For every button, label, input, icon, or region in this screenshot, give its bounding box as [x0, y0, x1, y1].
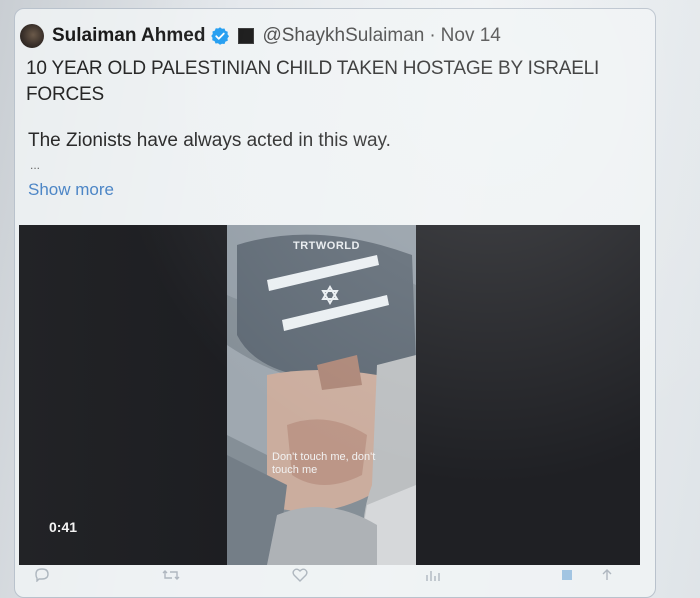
verified-badge-icon — [210, 26, 230, 46]
tweet-body: The Zionists have always acted in this w… — [28, 130, 391, 151]
tweet-date[interactable]: Nov 14 — [441, 25, 501, 47]
show-more-link[interactable]: Show more — [28, 180, 114, 200]
video-watermark: TRTWORLD — [293, 240, 360, 252]
video-player[interactable]: TRTWORLD Don't touch me, don't touch me … — [19, 225, 640, 565]
share-button[interactable] — [600, 568, 614, 582]
video-letterbox-right — [416, 230, 640, 565]
retweet-button[interactable] — [162, 568, 180, 582]
reply-button[interactable] — [34, 568, 50, 582]
display-name[interactable]: Sulaiman Ahmed — [52, 25, 205, 47]
video-duration: 0:41 — [49, 519, 78, 535]
reply-icon — [34, 568, 50, 582]
video-caption: Don't touch me, don't touch me — [272, 451, 376, 476]
separator-dot: · — [429, 25, 436, 46]
video-thumbnail — [227, 225, 416, 565]
tweet-action-bar — [20, 566, 620, 596]
heart-icon — [292, 568, 308, 582]
share-icon — [600, 568, 614, 582]
bookmark-button[interactable] — [560, 568, 574, 582]
views-icon — [425, 568, 441, 582]
views-button[interactable] — [425, 568, 441, 582]
user-handle[interactable]: @ShaykhSulaiman — [262, 25, 424, 47]
tweet-headline: 10 YEAR OLD PALESTINIAN CHILD TAKEN HOST… — [26, 58, 600, 105]
avatar[interactable] — [20, 24, 44, 48]
retweet-icon — [162, 568, 180, 582]
tweet-ellipsis: ... — [30, 158, 41, 172]
bookmark-icon — [560, 568, 574, 582]
tweet-header: Sulaiman Ahmed @ShaykhSulaiman · Nov 14 — [52, 22, 501, 50]
like-button[interactable] — [292, 568, 308, 582]
black-square-flag-icon — [238, 28, 255, 44]
video-letterbox-left — [19, 225, 227, 565]
video-frame[interactable]: TRTWORLD Don't touch me, don't touch me — [227, 225, 416, 565]
